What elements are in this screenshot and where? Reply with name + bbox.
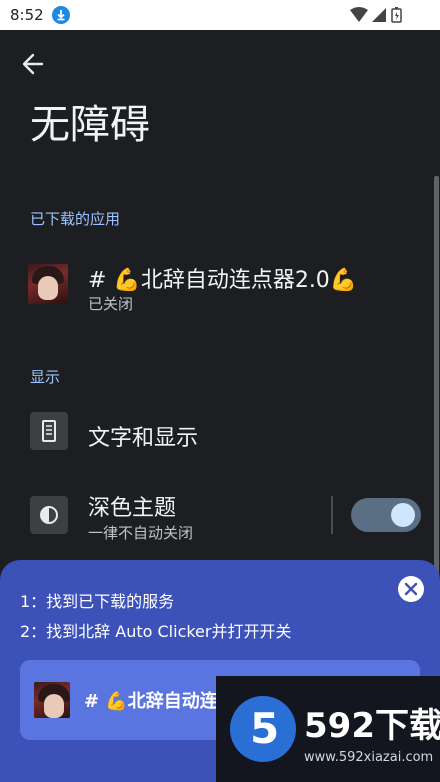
app-status: 已关闭 [88,295,134,313]
setting-subtitle: 一律不自动关闭 [88,524,194,542]
watermark-logo: 5 592下载 www.592xiazai.com [216,676,440,782]
watermark-digit: 5 [250,704,280,753]
guide-app-name: # 💪北辞自动连 [84,691,218,712]
page-title: 无障碍 [30,102,150,148]
wifi-icon [350,7,368,22]
text-and-display-item[interactable]: 文字和显示 [0,400,440,460]
guide-step-1: 1：找到已下载的服务 [20,592,175,611]
watermark-brand: 592下载 [304,706,440,746]
setting-title: 深色主题 [88,496,177,521]
download-icon [52,6,70,24]
downloaded-apps-header: 已下载的应用 [30,210,121,228]
toggle-knob [391,503,415,527]
toggle-divider [331,496,333,534]
dark-theme-toggle[interactable] [351,498,421,532]
app-avatar [34,682,70,718]
downloaded-app-item[interactable]: # 💪北辞自动连点器2.0💪 已关闭 [0,250,440,320]
close-button[interactable] [398,576,424,602]
app-avatar [28,264,68,304]
status-bar: 8:52 [0,0,440,30]
watermark-url: www.592xiazai.com [304,750,434,765]
guide-step-2: 2：找到北辞 Auto Clicker并打开开关 [20,622,292,641]
dark-theme-icon [30,496,68,534]
scrollbar[interactable] [434,176,439,606]
battery-icon [391,7,402,23]
setting-title: 文字和显示 [88,426,199,451]
status-time: 8:52 [10,6,44,24]
system-icons [350,7,410,27]
text-display-icon [30,412,68,450]
app-name: # 💪北辞自动连点器2.0💪 [88,268,358,293]
signal-icon [372,8,386,22]
back-arrow-icon [22,53,44,75]
back-button[interactable] [20,50,52,78]
close-icon [404,582,418,596]
display-section-header: 显示 [30,368,61,386]
